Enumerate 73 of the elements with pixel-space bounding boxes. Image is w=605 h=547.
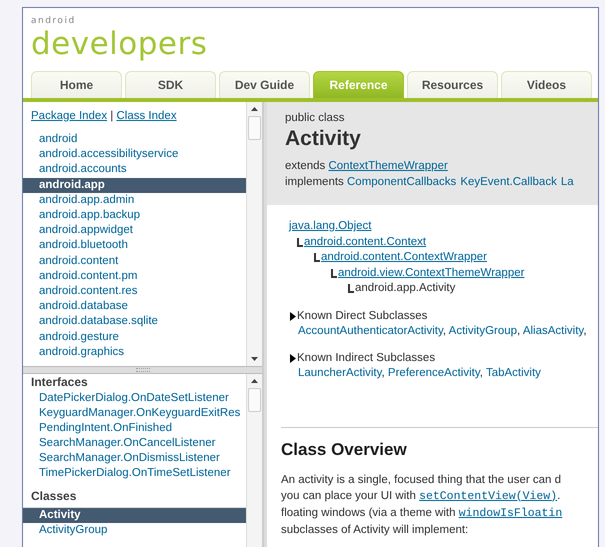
package-link[interactable]: android.content.pm <box>23 268 246 284</box>
extends-label: extends <box>285 160 326 172</box>
package-index-link[interactable]: Package Index <box>31 110 108 122</box>
implements-label: implements <box>285 176 345 188</box>
package-link[interactable]: android.bluetooth <box>23 238 246 254</box>
class-link[interactable]: android.content.ContextWrapper <box>321 250 487 266</box>
logo-wordmark: android <box>31 16 76 26</box>
package-link[interactable]: android.accounts <box>23 162 246 178</box>
package-link[interactable]: android.app <box>23 178 246 193</box>
scroll-thumb[interactable] <box>248 388 261 412</box>
scroll-up-icon[interactable] <box>251 379 258 383</box>
interface-link[interactable]: KeyEvent.Callback <box>460 176 557 188</box>
class-modifier: public class <box>285 111 346 126</box>
package-link[interactable]: android.app.backup <box>23 208 246 224</box>
expand-triangle-icon[interactable] <box>290 354 296 362</box>
class-index-link[interactable]: Class Index <box>116 110 177 122</box>
nav-tab[interactable]: SDK <box>125 71 216 98</box>
class-link[interactable]: SearchManager.OnCancelListener <box>23 436 246 451</box>
section-heading: Class Overview <box>281 438 407 460</box>
package-link[interactable]: android <box>23 132 246 148</box>
class-link[interactable]: PendingIntent.OnFinished <box>23 421 246 436</box>
class-name: android.app.Activity <box>355 281 456 296</box>
subclasses-label: Known Indirect Subclasses <box>297 350 436 366</box>
subclass-link[interactable]: AccountAuthenticatorActivity <box>298 324 443 336</box>
section-heading: Interfaces <box>30 374 89 391</box>
comma: , <box>442 324 448 336</box>
subclass-link[interactable]: TabActivity <box>486 366 541 378</box>
subclasses-label: Known Direct Subclasses <box>297 308 428 324</box>
class-link[interactable]: java.lang.Object <box>289 219 372 234</box>
scrollbar[interactable] <box>246 374 262 547</box>
package-link[interactable]: android.app.admin <box>23 192 246 208</box>
class-link[interactable]: ActivityGroup <box>23 523 246 538</box>
subclass-link[interactable]: AliasActivity <box>522 324 584 336</box>
comma: , <box>480 366 484 378</box>
scroll-down-icon[interactable] <box>251 357 258 361</box>
subclass-link[interactable]: PreferenceActivity <box>388 366 480 378</box>
class-link[interactable]: SearchManager.OnDismissListener <box>23 451 246 466</box>
class-link[interactable]: Activity <box>23 508 246 523</box>
class-link[interactable]: KeyguardManager.OnKeyguardExitRes <box>23 406 246 421</box>
package-link[interactable]: android.content.res <box>23 284 246 300</box>
comma: , <box>382 366 386 378</box>
class-link[interactable]: DatePickerDialog.OnDateSetListener <box>23 391 246 406</box>
scrollbar[interactable] <box>246 102 262 366</box>
package-link[interactable]: android.appwidget <box>23 223 246 238</box>
comma: , <box>583 324 587 336</box>
splitter-handle[interactable] <box>23 366 262 374</box>
class-link[interactable]: android.content.Context <box>304 234 426 250</box>
interface-link[interactable]: La <box>560 176 574 188</box>
superclass-link[interactable]: ContextThemeWrapper <box>328 160 448 172</box>
package-link[interactable]: android.content <box>23 254 246 269</box>
scroll-thumb[interactable] <box>248 116 261 140</box>
comma: , <box>517 324 522 336</box>
expand-triangle-icon[interactable] <box>290 312 296 320</box>
subclass-link[interactable]: ActivityGroup <box>448 324 518 336</box>
link-separator: | <box>109 110 114 122</box>
package-link[interactable]: android.database.sqlite <box>23 314 246 330</box>
package-link[interactable]: android.accessibilityservice <box>23 147 246 162</box>
nav-tab[interactable]: Dev Guide <box>219 71 310 98</box>
code-link[interactable]: setContentView(View) <box>419 490 558 502</box>
package-link[interactable]: android.graphics <box>23 344 246 360</box>
class-link[interactable]: android.view.ContextThemeWrapper <box>338 266 524 281</box>
class-title: Activity <box>285 126 362 152</box>
subclass-link[interactable]: LauncherActivity <box>298 366 382 378</box>
code-link[interactable]: windowIsFloatin <box>458 506 562 520</box>
nav-tab[interactable]: Resources <box>407 71 498 98</box>
class-link[interactable]: TimePickerDialog.OnTimeSetListener <box>23 466 246 481</box>
nav-tab[interactable]: Videos <box>501 71 592 98</box>
scroll-up-icon[interactable] <box>251 107 258 111</box>
package-link[interactable]: android.gesture <box>23 330 246 345</box>
interface-link[interactable]: ComponentCallbacks <box>347 176 456 188</box>
nav-tab[interactable]: Home <box>31 71 122 98</box>
overview-paragraph: An activity is a single, focused thing that the user can d you can place your UI with setContentView(View). floating windows (via a theme with windowIsFloatin subclasses of Activity will implement: <box>281 472 562 538</box>
package-link[interactable]: android.database <box>23 299 246 314</box>
